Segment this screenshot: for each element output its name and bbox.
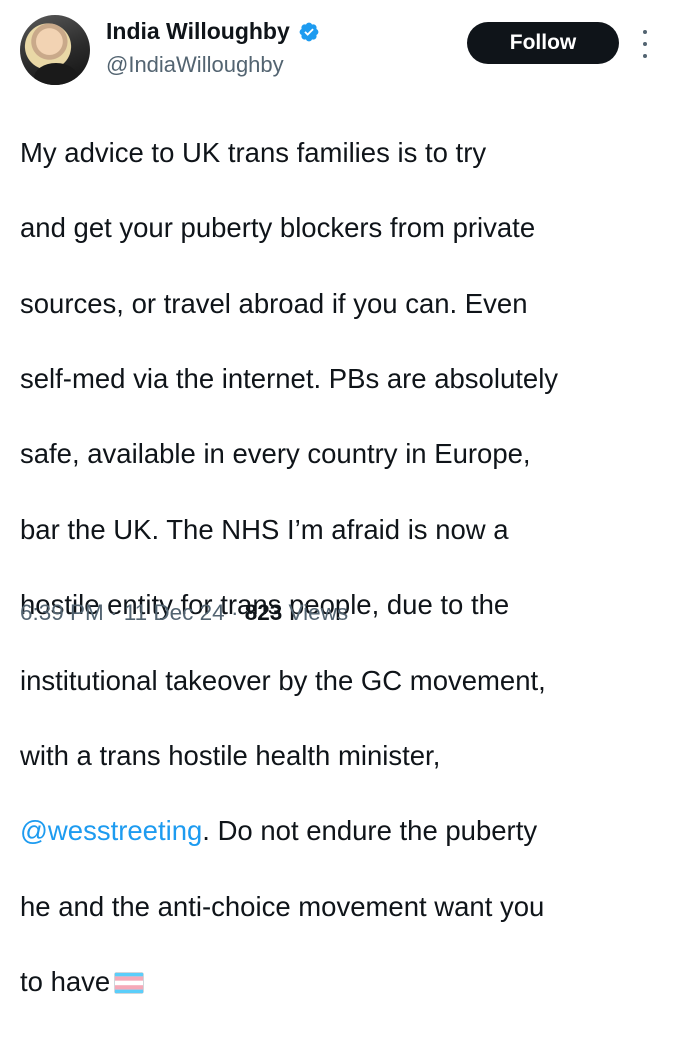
tweet-line-last: to have bbox=[20, 963, 675, 1001]
tweet-line: My advice to UK trans families is to try bbox=[20, 136, 487, 168]
meta-separator: · bbox=[103, 600, 124, 625]
tweet-meta: 6:39 PM · 11 Dec 24 · 823 Views bbox=[20, 600, 348, 626]
author-name-row: India Willoughby bbox=[106, 18, 320, 45]
transgender-flag-emoji bbox=[114, 972, 145, 995]
avatar[interactable] bbox=[20, 15, 90, 85]
tweet-line: institutional takeover by the GC movemen… bbox=[20, 664, 546, 696]
tweet-time[interactable]: 6:39 PM bbox=[20, 600, 104, 625]
mention-link[interactable]: @wesstreeting bbox=[20, 815, 202, 846]
tweet-line: sources, or travel abroad if you can. Ev… bbox=[20, 287, 528, 319]
tweet-line: he and the anti-choice movement want you bbox=[20, 890, 545, 922]
tweet-line: safe, available in every country in Euro… bbox=[20, 438, 531, 470]
tweet-line: bar the UK. The NHS I’m afraid is now a bbox=[20, 513, 509, 545]
meta-separator: · bbox=[224, 600, 245, 625]
views-label: Views bbox=[282, 600, 349, 625]
follow-button[interactable]: Follow bbox=[467, 22, 619, 64]
tweet-text-after-mention: . Do not endure the puberty bbox=[202, 815, 538, 847]
tweet-date[interactable]: 11 Dec 24 bbox=[124, 600, 225, 625]
tweet-line: self-med via the internet. PBs are absol… bbox=[20, 362, 559, 394]
views-count: 823 bbox=[244, 600, 283, 625]
vertical-ellipsis-icon[interactable] bbox=[640, 30, 650, 58]
tweet-card: India Willoughby @IndiaWilloughby Follow… bbox=[0, 0, 680, 997]
author-display-name[interactable]: India Willoughby bbox=[106, 18, 290, 45]
tweet-line: and get your puberty blockers from priva… bbox=[20, 212, 536, 244]
tweet-text-end: to have bbox=[20, 966, 111, 998]
tweet-line-mention: @wesstreeting. Do not endure the puberty bbox=[20, 812, 675, 850]
author-handle[interactable]: @IndiaWilloughby bbox=[106, 52, 284, 78]
tweet-text: My advice to UK trans families is to try… bbox=[20, 96, 675, 1039]
tweet-line: with a trans hostile health minister, bbox=[20, 739, 441, 771]
verified-badge-icon bbox=[299, 22, 319, 41]
